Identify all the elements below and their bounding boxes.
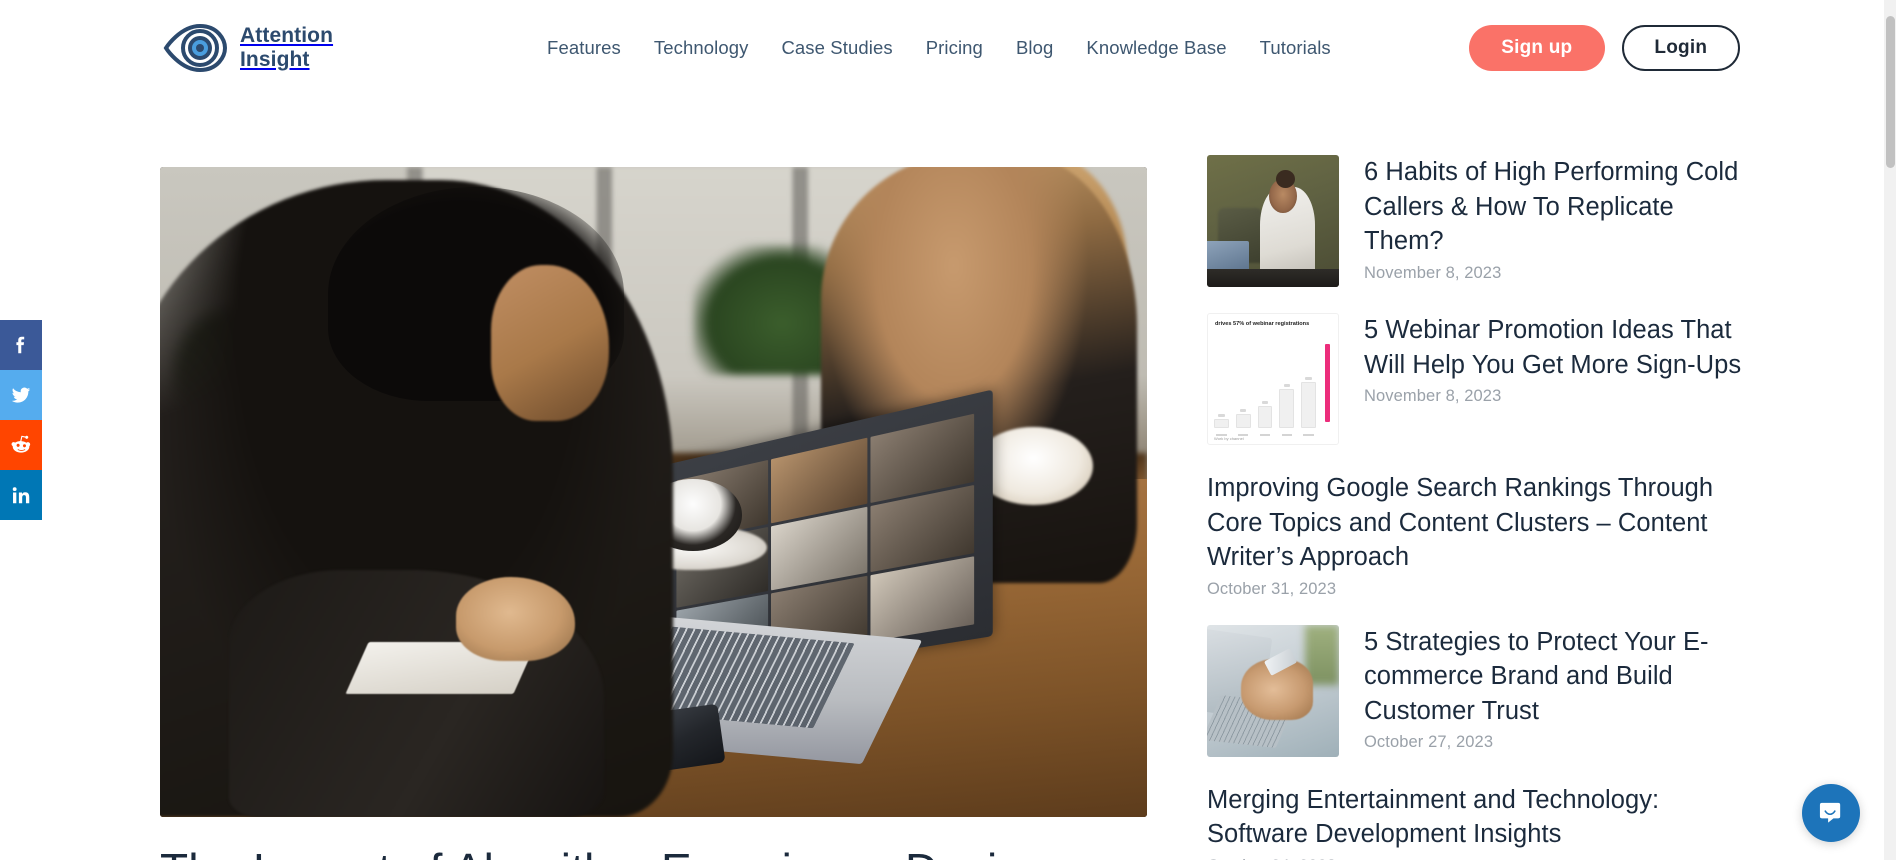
article-thumbnail[interactable]: drives 57% of webinar registrations Work… xyxy=(1207,313,1339,445)
article-title[interactable]: 5 Webinar Promotion Ideas That Will Help… xyxy=(1364,313,1747,382)
nav-item-case-studies[interactable]: Case Studies xyxy=(781,37,892,59)
login-button[interactable]: Login xyxy=(1621,25,1740,71)
list-item[interactable]: drives 57% of webinar registrations Work… xyxy=(1207,313,1747,445)
thumbnail-caption: drives 57% of webinar registrations xyxy=(1215,321,1310,327)
linkedin-icon xyxy=(12,487,30,504)
recent-articles-list: 6 Habits of High Performing Cold Callers… xyxy=(1207,155,1747,860)
nav-item-tutorials[interactable]: Tutorials xyxy=(1260,37,1331,59)
chat-bubble-icon xyxy=(1819,802,1840,823)
twitter-share-button[interactable] xyxy=(0,370,42,420)
article-title[interactable]: 6 Habits of High Performing Cold Callers… xyxy=(1364,155,1747,259)
auth-buttons: Sign up Login xyxy=(1468,25,1740,71)
sign-up-button[interactable]: Sign up xyxy=(1468,25,1605,71)
thumbnail-credit: Work by channel xyxy=(1214,436,1244,441)
logo-line-2: Insight xyxy=(240,48,310,71)
article-title[interactable]: Merging Entertainment and Technology: So… xyxy=(1207,783,1747,852)
reddit-share-button[interactable] xyxy=(0,420,42,470)
article-date: October 31, 2023 xyxy=(1207,579,1337,598)
main-navigation: Features Technology Case Studies Pricing… xyxy=(547,37,1331,59)
featured-article-title[interactable]: The Impact of Algorithm Experience Desig… xyxy=(160,842,1147,860)
article-date: October 27, 2023 xyxy=(1364,733,1494,752)
nav-item-technology[interactable]: Technology xyxy=(654,37,749,59)
list-item[interactable]: Improving Google Search Rankings Through… xyxy=(1207,471,1747,599)
thumbnail-accent-bar xyxy=(1325,344,1330,422)
article-date: November 8, 2023 xyxy=(1364,263,1502,282)
page-content: The Impact of Algorithm Experience Desig… xyxy=(0,96,1884,860)
page-scrollbar-thumb[interactable] xyxy=(1886,16,1895,168)
intercom-chat-launcher[interactable] xyxy=(1802,784,1860,842)
featured-article-image[interactable] xyxy=(160,167,1147,817)
reddit-icon xyxy=(11,435,31,453)
article-title[interactable]: Improving Google Search Rankings Through… xyxy=(1207,471,1747,575)
list-item[interactable]: 5 Strategies to Protect Your E-commerce … xyxy=(1207,624,1747,757)
linkedin-share-button[interactable] xyxy=(0,470,42,520)
logo-link[interactable]: Attention Insight xyxy=(162,20,333,76)
nav-item-features[interactable]: Features xyxy=(547,37,621,59)
list-item[interactable]: Merging Entertainment and Technology: So… xyxy=(1207,783,1747,860)
article-title[interactable]: 5 Strategies to Protect Your E-commerce … xyxy=(1364,625,1747,729)
facebook-share-button[interactable] xyxy=(0,320,42,370)
list-item[interactable]: 6 Habits of High Performing Cold Callers… xyxy=(1207,155,1747,287)
nav-item-blog[interactable]: Blog xyxy=(1016,37,1053,59)
facebook-icon xyxy=(16,336,25,354)
article-thumbnail[interactable] xyxy=(1207,624,1339,757)
twitter-icon xyxy=(11,387,31,403)
nav-item-pricing[interactable]: Pricing xyxy=(926,37,983,59)
social-share-rail xyxy=(0,320,42,520)
eye-logo-icon xyxy=(163,23,228,73)
featured-article[interactable]: The Impact of Algorithm Experience Desig… xyxy=(160,167,1147,860)
nav-item-knowledge-base[interactable]: Knowledge Base xyxy=(1086,37,1226,59)
article-thumbnail[interactable] xyxy=(1207,155,1339,287)
logo-line-1: Attention xyxy=(240,24,334,48)
site-header: Attention Insight Features Technology Ca… xyxy=(0,0,1884,96)
article-date: November 8, 2023 xyxy=(1364,387,1502,406)
logo-wordmark: Attention Insight xyxy=(240,24,333,71)
